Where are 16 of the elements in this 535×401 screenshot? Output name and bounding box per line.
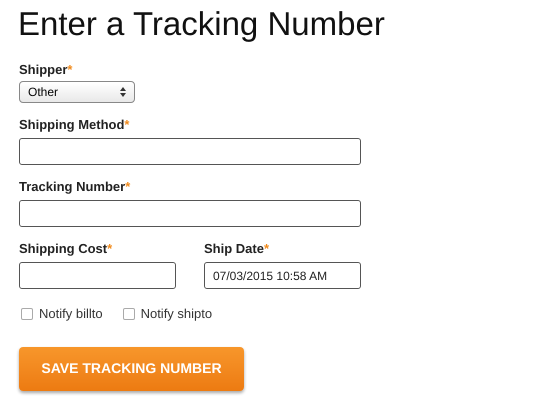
field-label: Shipping Method* bbox=[19, 117, 130, 133]
up-down-caret-icon bbox=[120, 87, 126, 97]
checkbox[interactable] bbox=[21, 308, 33, 320]
input-field[interactable] bbox=[19, 262, 176, 289]
input-field[interactable]: 07/03/2015 10:58 AM bbox=[204, 262, 361, 289]
checkbox-label: Notify billto bbox=[39, 305, 103, 323]
field-label: Ship Date* bbox=[204, 241, 270, 257]
input-field[interactable] bbox=[19, 200, 361, 227]
checkbox[interactable] bbox=[122, 308, 135, 320]
field-label: Shipping Cost* bbox=[19, 241, 112, 257]
page-title: Enter a Tracking Number bbox=[18, 4, 385, 44]
field-label: Tracking Number* bbox=[19, 179, 130, 195]
field-label: Shipper* bbox=[19, 62, 72, 78]
input-field[interactable] bbox=[19, 138, 361, 165]
shipper-dropdown[interactable]: Other bbox=[19, 81, 135, 103]
checkbox-label: Notify shipto bbox=[140, 305, 212, 323]
